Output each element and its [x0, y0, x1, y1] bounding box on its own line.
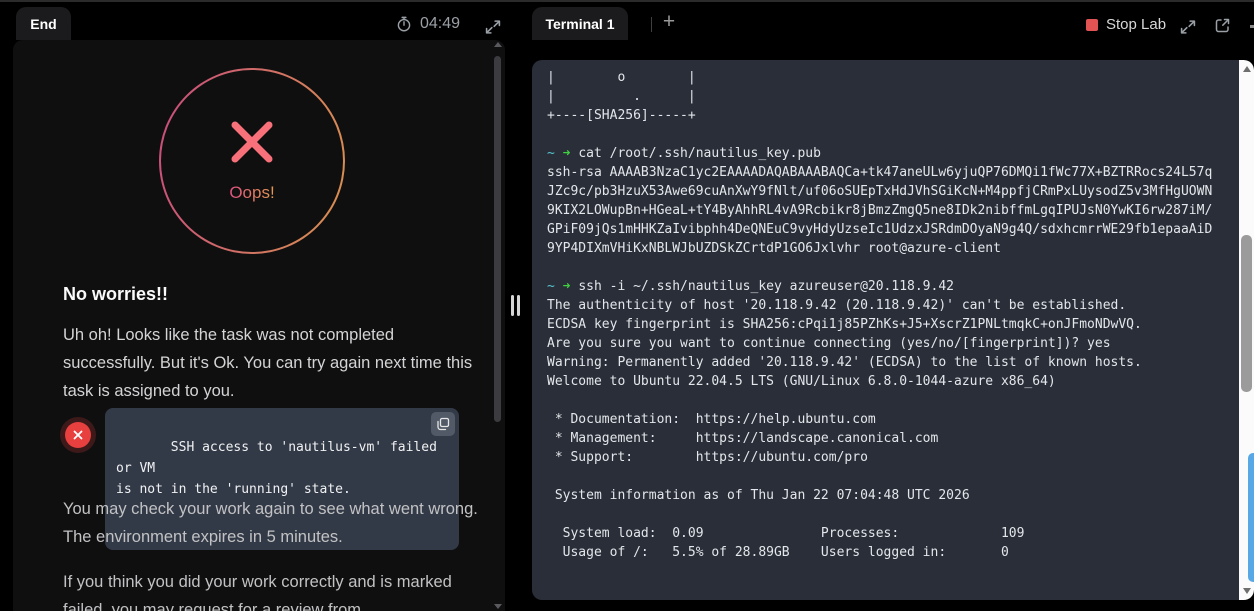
stop-lab-button[interactable]: Stop Lab — [1086, 16, 1166, 33]
terminal-scrollbar-thumb[interactable] — [1241, 235, 1252, 392]
terminal-scrollbar[interactable] — [1239, 60, 1254, 600]
stopwatch-icon — [397, 16, 411, 32]
tab-terminal-1[interactable]: Terminal 1 — [532, 7, 628, 40]
tab-separator — [651, 17, 652, 32]
add-terminal-button[interactable]: + — [659, 11, 679, 32]
result-panel: Oops! No worries!! Uh oh! Looks like the… — [13, 40, 505, 611]
tab-end-label: End — [30, 15, 57, 32]
terminal-scroll-up-icon[interactable] — [1242, 66, 1251, 72]
grip-bar — [517, 295, 520, 316]
timer-value: 04:49 — [420, 15, 461, 32]
lab-timer: 04:49 — [396, 15, 460, 33]
terminal-scroll-down-icon[interactable] — [1242, 588, 1251, 594]
clipped-edge-icon — [1250, 25, 1254, 28]
copy-button[interactable] — [431, 412, 455, 436]
terminal-fullscreen-icon[interactable] — [1180, 19, 1196, 35]
scroll-down-icon[interactable] — [493, 604, 502, 609]
panel-resize-handle[interactable] — [511, 295, 520, 316]
left-scrollbar[interactable] — [493, 42, 502, 609]
tab-end[interactable]: End — [16, 7, 71, 40]
failed-x-icon — [231, 121, 273, 163]
terminal-output: | o | | . | +----[SHA256]-----+ ~ ➜ cat /r… — [547, 70, 1213, 560]
fullscreen-icon[interactable] — [485, 19, 501, 35]
oops-label: Oops! — [229, 183, 275, 202]
app-window: End 04:49 Oops! No worries!! Uh oh! Look… — [0, 0, 1254, 611]
check-work-text: You may check your work again to see wha… — [63, 500, 478, 546]
error-x-glyph — [73, 430, 83, 440]
tab-terminal-label: Terminal 1 — [545, 15, 615, 32]
terminal-panel[interactable]: | o | | . | +----[SHA256]-----+ ~ ➜ cat /r… — [532, 60, 1254, 600]
page-scrollbar-fragment[interactable] — [1248, 453, 1254, 582]
oops-circle-inner: Oops! — [161, 70, 343, 252]
oops-circle: Oops! — [159, 68, 345, 254]
stop-icon — [1086, 18, 1098, 31]
result-heading: No worries!! — [63, 284, 169, 304]
scroll-up-icon[interactable] — [493, 42, 502, 47]
copy-icon — [437, 417, 450, 431]
error-badge-icon — [65, 422, 91, 448]
result-description: Uh oh! Looks like the task was not compl… — [63, 326, 473, 400]
window-top-edge — [0, 0, 1254, 2]
grip-bar — [511, 295, 514, 316]
open-external-icon[interactable] — [1214, 17, 1231, 34]
left-scrollbar-thumb[interactable] — [494, 56, 501, 422]
stop-lab-label: Stop Lab — [1106, 16, 1167, 33]
review-request-text: If you think you did your work correctly… — [63, 573, 452, 611]
error-message: SSH access to 'nautilus-vm' failed or VM… — [116, 440, 437, 497]
